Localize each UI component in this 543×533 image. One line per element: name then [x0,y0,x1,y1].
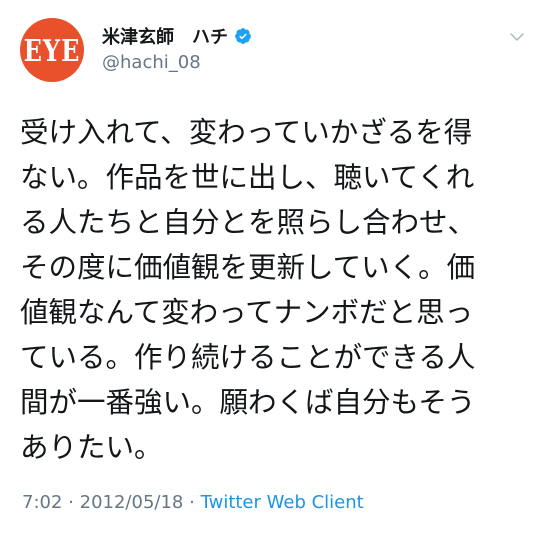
tweet-text-line: その度に価値観を更新していく。価 [20,251,476,284]
tweet-header: EYE 米津玄師 ハチ @hachi_08 [20,18,530,82]
avatar-logo-text: EYE [23,31,81,69]
avatar[interactable]: EYE [20,18,84,82]
tweet-text: 受け入れて、変わっていかざるを得 ない。作品を世に出し、聴いてくれ る人たちと自… [20,110,526,470]
tweet-text-line: ている。作り続けることができる人 [20,341,476,374]
tweet-card: EYE 米津玄師 ハチ @hachi_08 受け入れて、変わっていかざるを得 な… [0,0,543,533]
footer-separator: · [68,492,74,513]
tweet-text-line: る人たちと自分とを照らし合わせ、 [20,206,477,239]
chevron-down-icon[interactable] [508,28,526,46]
verified-badge-icon [235,28,251,44]
tweet-text-line: 値観なんて変わってナンボだと思っ [20,296,474,329]
tweet-text-line: ありたい。 [20,431,163,464]
author-info: 米津玄師 ハチ @hachi_08 [102,24,252,73]
author-handle[interactable]: @hachi_08 [102,52,252,73]
tweet-footer: 7:02 · 2012/05/18 · Twitter Web Client [22,492,364,513]
tweet-source-link[interactable]: Twitter Web Client [201,492,364,513]
tweet-text-line: ない。作品を世に出し、聴いてくれ [20,161,475,194]
tweet-date[interactable]: 2012/05/18 [80,492,184,513]
footer-separator: · [189,492,195,513]
tweet-time[interactable]: 7:02 [22,492,62,513]
name-row: 米津玄師 ハチ [102,24,252,48]
display-name[interactable]: 米津玄師 ハチ [102,23,228,49]
tweet-text-line: 受け入れて、変わっていかざるを得 [20,116,473,149]
tweet-text-line: 間が一番強い。願わくば自分もそう [20,386,476,419]
